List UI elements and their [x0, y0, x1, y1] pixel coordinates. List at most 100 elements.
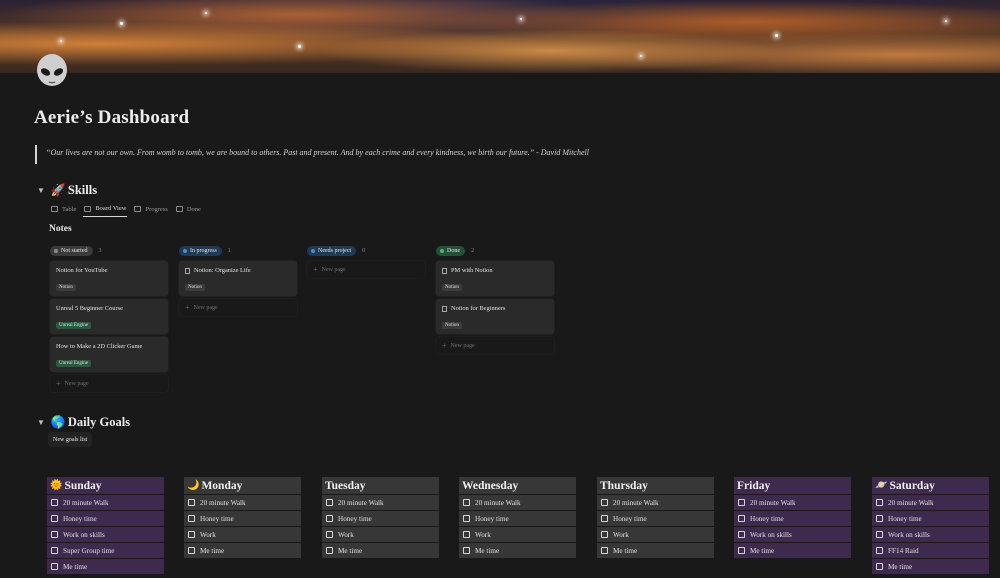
todo-label[interactable]: 20 minute Walk — [338, 499, 384, 507]
checkbox[interactable] — [738, 547, 745, 554]
checkbox[interactable] — [51, 547, 58, 554]
todo-item: Work — [459, 527, 576, 542]
checkbox[interactable] — [463, 547, 470, 554]
todo-label[interactable]: Work — [613, 531, 629, 539]
todo-label[interactable]: Honey time — [63, 515, 97, 523]
checkbox[interactable] — [188, 515, 195, 522]
tab-table[interactable]: Table — [50, 201, 77, 217]
board-card[interactable]: Unreal 5 Beginner Course Unreal Engine — [50, 299, 168, 334]
todo-label[interactable]: Honey time — [338, 515, 372, 523]
board-card[interactable]: PM with Notion Notion — [436, 261, 554, 296]
board-card[interactable]: Notion for YouTube Notion — [50, 261, 168, 296]
todo-label[interactable]: 20 minute Walk — [750, 499, 796, 507]
checkbox[interactable] — [188, 547, 195, 554]
checkbox[interactable] — [876, 531, 883, 538]
column-count: 1 — [227, 247, 231, 254]
todo-label[interactable]: 20 minute Walk — [613, 499, 659, 507]
checkbox[interactable] — [876, 515, 883, 522]
todo-label[interactable]: Honey time — [475, 515, 509, 523]
daily-goals-heading[interactable]: ▼ 🌎 Daily Goals — [37, 415, 130, 430]
card-title-text: Notion for Beginners — [451, 305, 506, 312]
new-page-button[interactable]: + New page — [50, 375, 168, 392]
todo-label[interactable]: 20 minute Walk — [888, 499, 934, 507]
todo-item: Honey time — [734, 511, 851, 526]
todo-label[interactable]: Work — [338, 531, 354, 539]
checkbox[interactable] — [876, 499, 883, 506]
column-header[interactable]: In progress 1 — [179, 245, 297, 256]
view-tabs: Table Board View Progress Done — [50, 201, 208, 217]
new-goals-list-button[interactable]: New goals list — [49, 433, 92, 446]
board-card[interactable]: Notion: Organize Life Notion — [179, 261, 297, 296]
column-header[interactable]: Not started 3 — [50, 245, 168, 256]
todo-label[interactable]: Super Group time — [63, 547, 115, 555]
todo-label[interactable]: Honey time — [888, 515, 922, 523]
checkbox[interactable] — [738, 499, 745, 506]
checkbox[interactable] — [876, 563, 883, 570]
tab-board-view[interactable]: Board View — [83, 201, 128, 217]
todo-label[interactable]: Honey time — [613, 515, 647, 523]
checkbox[interactable] — [463, 531, 470, 538]
board-card[interactable]: How to Make a 2D Clicker Game Unreal Engi… — [50, 337, 168, 372]
checkbox[interactable] — [601, 531, 608, 538]
checkbox[interactable] — [738, 515, 745, 522]
new-page-button[interactable]: + New page — [179, 299, 297, 316]
todo-item: Super Group time — [47, 543, 164, 558]
checkbox[interactable] — [326, 531, 333, 538]
todo-item: Work — [597, 527, 714, 542]
card-title-text: Unreal 5 Beginner Course — [56, 305, 123, 312]
new-page-button[interactable]: + New page — [436, 337, 554, 354]
todo-label[interactable]: 20 minute Walk — [475, 499, 521, 507]
todo-label[interactable]: Work on skills — [750, 531, 792, 539]
todo-label[interactable]: FF14 Raid — [888, 547, 919, 555]
checkbox[interactable] — [738, 531, 745, 538]
todo-label[interactable]: Work — [200, 531, 216, 539]
todo-label[interactable]: Me time — [750, 547, 774, 555]
todo-label[interactable]: Honey time — [750, 515, 784, 523]
todo-label[interactable]: Me time — [475, 547, 499, 555]
card-title: Notion for Beginners — [442, 304, 548, 313]
todo-label[interactable]: Honey time — [200, 515, 234, 523]
skills-heading[interactable]: ▼ 🚀 Skills — [37, 183, 97, 198]
checkbox[interactable] — [326, 499, 333, 506]
column-header[interactable]: Needs project 0 — [307, 245, 425, 256]
new-page-button[interactable]: + New page — [307, 261, 425, 278]
todo-label[interactable]: 20 minute Walk — [63, 499, 109, 507]
checkbox[interactable] — [51, 499, 58, 506]
checkbox[interactable] — [326, 547, 333, 554]
checkbox[interactable] — [326, 515, 333, 522]
checkbox[interactable] — [463, 499, 470, 506]
checkbox[interactable] — [51, 515, 58, 522]
day-heading: 🌞 Sunday — [47, 477, 164, 494]
rocket-icon: 🚀 — [50, 183, 66, 197]
checkbox[interactable] — [188, 499, 195, 506]
toggle-triangle-icon[interactable]: ▼ — [37, 186, 45, 195]
checkbox[interactable] — [601, 515, 608, 522]
todo-item: FF14 Raid — [872, 543, 989, 558]
checkbox[interactable] — [463, 515, 470, 522]
tab-progress[interactable]: Progress — [133, 201, 168, 217]
checkbox[interactable] — [51, 563, 58, 570]
checkbox[interactable] — [51, 531, 58, 538]
alien-icon[interactable] — [33, 53, 71, 91]
todo-label[interactable]: Work — [475, 531, 491, 539]
checkbox[interactable] — [188, 531, 195, 538]
checkbox[interactable] — [876, 547, 883, 554]
day-heading: Tuesday — [322, 477, 439, 494]
todo-label[interactable]: Work on skills — [63, 531, 105, 539]
new-page-label: New page — [450, 342, 475, 349]
toggle-triangle-icon[interactable]: ▼ — [37, 418, 45, 427]
todo-label[interactable]: 20 minute Walk — [200, 499, 246, 507]
todo-label[interactable]: Work on skills — [888, 531, 930, 539]
status-dot-icon — [311, 248, 315, 253]
todo-label[interactable]: Me time — [888, 563, 912, 571]
checkbox[interactable] — [601, 499, 608, 506]
checkbox[interactable] — [601, 547, 608, 554]
todo-label[interactable]: Me time — [613, 547, 637, 555]
day-heading: Wednesday — [459, 477, 576, 494]
todo-label[interactable]: Me time — [338, 547, 362, 555]
column-header[interactable]: Done 2 — [436, 245, 554, 256]
todo-label[interactable]: Me time — [63, 563, 87, 571]
todo-label[interactable]: Me time — [200, 547, 224, 555]
board-card[interactable]: Notion for Beginners Notion — [436, 299, 554, 334]
tab-done[interactable]: Done — [175, 201, 202, 217]
